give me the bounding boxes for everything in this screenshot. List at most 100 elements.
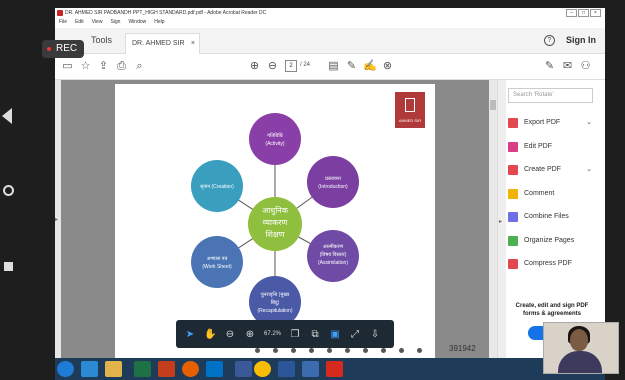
- svg-text:(Recapitulation): (Recapitulation): [257, 308, 292, 314]
- stop-square-icon[interactable]: [4, 262, 13, 271]
- chrome-icon[interactable]: [254, 361, 271, 377]
- menu-window[interactable]: Window: [128, 18, 146, 27]
- word-icon[interactable]: [278, 361, 295, 377]
- tab-tools[interactable]: Tools: [91, 35, 112, 45]
- tab-bar: Tools DR. AHMED SIR PA... × ? Sign In: [55, 28, 605, 67]
- save-icon[interactable]: ▭: [61, 60, 74, 73]
- tool-create-pdf[interactable]: Create PDF ⌄: [508, 163, 598, 177]
- slide-dot[interactable]: [399, 348, 404, 353]
- pen-icon[interactable]: ✎: [345, 60, 358, 73]
- slide-dot[interactable]: [327, 348, 332, 353]
- select-cursor-icon[interactable]: ➤: [184, 329, 196, 340]
- menu-help[interactable]: Help: [154, 18, 164, 27]
- tools-pane-toggle[interactable]: ▸: [498, 80, 506, 366]
- stamp-icon[interactable]: ⊗: [381, 60, 394, 73]
- monitor-app-icon[interactable]: [302, 361, 319, 377]
- recording-indicator[interactable]: REC: [42, 40, 84, 58]
- slide-dot[interactable]: [309, 348, 314, 353]
- tool-edit-pdf[interactable]: Edit PDF: [508, 140, 598, 154]
- record-circle-icon[interactable]: [3, 185, 14, 196]
- slide-dots: [255, 348, 422, 353]
- ie-browser-icon[interactable]: [81, 361, 98, 377]
- create-pdf-icon: [508, 165, 518, 175]
- main-toolbar: ▭ ☆ ⇪ ⎙ ⌕ ⊕ ⊖ 2 / 24 ▤ ✎ ✍ ⊗ ✎ ✉ ⚇: [55, 54, 605, 80]
- zoom-out-icon[interactable]: ⊖: [224, 329, 236, 340]
- node-introduction: प्रस्तावना (Introduction): [307, 156, 359, 208]
- mail-icon[interactable]: ✉: [561, 60, 574, 73]
- page-number-input[interactable]: 2: [285, 60, 297, 72]
- excel-icon[interactable]: [134, 361, 151, 377]
- tool-export-pdf[interactable]: Export PDF ⌄: [508, 116, 598, 130]
- menu-edit[interactable]: Edit: [75, 18, 84, 27]
- zoom-in-icon[interactable]: ⊕: [244, 329, 256, 340]
- share-user-icon[interactable]: ⚇: [579, 60, 592, 73]
- scroll-handle[interactable]: [490, 100, 496, 110]
- slide-dot[interactable]: [417, 348, 422, 353]
- title-bar: DR. AHMED SIR PADBANDH PPT_HIGH STANDARD…: [55, 8, 605, 18]
- comment-icon[interactable]: ▤: [327, 60, 340, 73]
- upload-icon[interactable]: ⇪: [97, 60, 110, 73]
- start-orb-icon[interactable]: [57, 361, 74, 377]
- page-fit-icon[interactable]: ❐: [289, 329, 301, 340]
- node-creation: सृजन (Creation): [191, 160, 243, 212]
- chevron-down-icon[interactable]: ⌄: [586, 163, 592, 177]
- print-icon[interactable]: ⎙: [115, 60, 128, 73]
- document-scrollbar[interactable]: [489, 80, 497, 366]
- expand-left-icon: ▸: [55, 217, 59, 223]
- page-down-icon[interactable]: ⊖: [266, 60, 279, 73]
- chevron-down-icon[interactable]: ⌄: [586, 116, 592, 130]
- edit-pdf-icon: [508, 142, 518, 152]
- tool-organize-pages[interactable]: Organize Pages: [508, 234, 598, 248]
- close-window-button[interactable]: ×: [590, 9, 601, 17]
- tools-search-input[interactable]: Search 'Rotate': [508, 88, 593, 103]
- svg-text:(विषय विस्तार): (विषय विस्तार): [320, 251, 347, 258]
- menu-file[interactable]: File: [59, 18, 67, 27]
- export-pdf-icon: [508, 118, 518, 128]
- prev-arrow-icon[interactable]: [2, 108, 12, 124]
- hand-tool-icon[interactable]: ✋: [204, 329, 216, 340]
- tab-close-icon[interactable]: ×: [191, 34, 195, 54]
- sign-icon[interactable]: ✍: [363, 60, 377, 73]
- tool-comment[interactable]: Comment: [508, 187, 598, 201]
- menu-view[interactable]: View: [92, 18, 103, 27]
- svg-text:बिंदु): बिंदु): [271, 299, 280, 306]
- page-up-icon[interactable]: ⊕: [248, 60, 261, 73]
- outlook-icon[interactable]: [206, 361, 223, 377]
- powerpoint-icon[interactable]: [158, 361, 175, 377]
- slide-dot[interactable]: [381, 348, 386, 353]
- fill-sign-icon[interactable]: ✎: [543, 60, 556, 73]
- acrobat-app-icon: [57, 10, 63, 16]
- slide-dot[interactable]: [255, 348, 260, 353]
- slide-dot[interactable]: [363, 348, 368, 353]
- center-node: आधुनिक व्याकरण शिक्षण: [248, 197, 302, 251]
- tool-compress-pdf[interactable]: Compress PDF: [508, 257, 598, 271]
- slide-dot[interactable]: [273, 348, 278, 353]
- slide-dot[interactable]: [291, 348, 296, 353]
- menu-sign[interactable]: Sign: [110, 18, 120, 27]
- rec-label: REC: [56, 43, 78, 54]
- sign-in-button[interactable]: Sign In: [566, 35, 596, 45]
- node-assimilation: आत्मीकरण (विषय विस्तार) (Assimilation): [307, 230, 359, 282]
- file-explorer-icon[interactable]: [105, 361, 122, 377]
- tool-combine-files[interactable]: Combine Files: [508, 210, 598, 224]
- rec-dot-icon: [47, 47, 51, 51]
- slide-dot[interactable]: [345, 348, 350, 353]
- bookmark-star-icon[interactable]: ☆: [79, 60, 92, 73]
- maximize-button[interactable]: □: [578, 9, 589, 17]
- svg-text:आत्मीकरण: आत्मीकरण: [323, 243, 344, 250]
- minimize-button[interactable]: –: [566, 9, 577, 17]
- tab-document[interactable]: DR. AHMED SIR PA... ×: [125, 33, 200, 67]
- node-worksheet: अभ्यास पत्र (Work Sheet): [191, 236, 243, 288]
- download-icon[interactable]: ⇩: [369, 329, 381, 340]
- help-icon[interactable]: ?: [544, 35, 555, 46]
- firefox-icon[interactable]: [182, 361, 199, 377]
- acrobat-taskbar-icon[interactable]: [326, 361, 343, 377]
- search-icon[interactable]: ⌕: [133, 60, 146, 73]
- app-icon[interactable]: [235, 361, 252, 377]
- zoom-level[interactable]: 67.2%: [264, 331, 281, 337]
- slide-page-number: 391942: [449, 344, 476, 353]
- fit-width-icon[interactable]: ▣: [329, 329, 341, 340]
- read-mode-icon[interactable]: ⧉: [309, 329, 321, 340]
- fullscreen-icon[interactable]: ⤢: [349, 329, 361, 340]
- svg-text:गतिविधि: गतिविधि: [267, 132, 283, 139]
